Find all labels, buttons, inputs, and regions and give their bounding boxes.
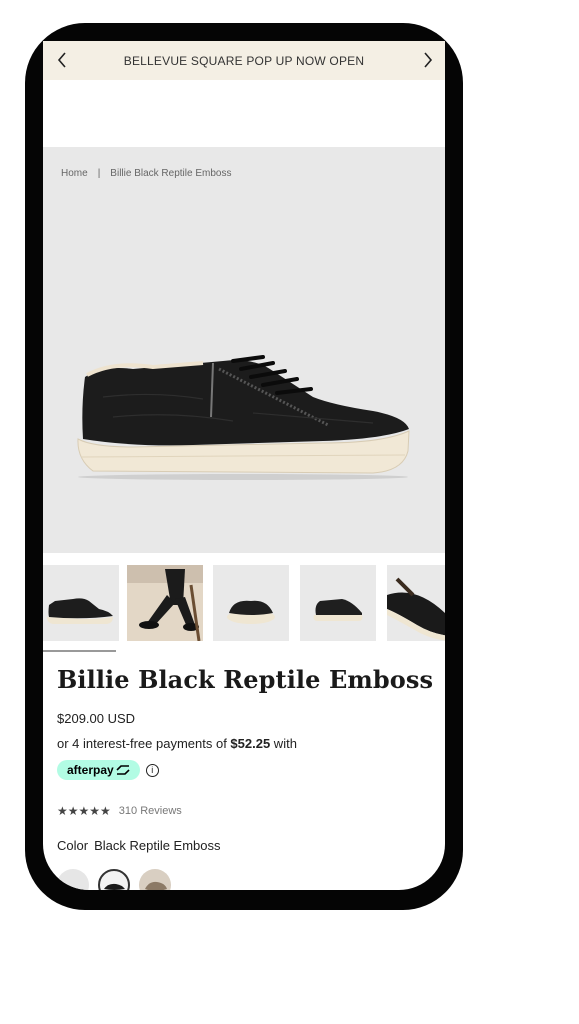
- thumbnail-strip: [43, 565, 445, 653]
- afterpay-logo-text: afterpay: [67, 763, 114, 777]
- installment-prefix: or 4 interest-free payments of: [57, 736, 231, 751]
- sneaker-thumbnail-image: [47, 598, 113, 624]
- thumbnail-5[interactable]: [387, 565, 445, 641]
- announcement-text: BELLEVUE SQUARE POP UP NOW OPEN: [123, 53, 365, 68]
- installment-amount: $52.25: [230, 736, 271, 751]
- sneaker-image: [77, 355, 410, 480]
- afterpay-row: afterpay i: [57, 760, 159, 780]
- thumbnail-active-indicator: [43, 650, 116, 652]
- color-swatch-1[interactable]: [57, 869, 89, 890]
- installment-text: or 4 interest-free payments of $52.25 wi…: [57, 736, 297, 751]
- thumbnail-1[interactable]: [43, 565, 119, 641]
- reviews-count-link[interactable]: 310 Reviews: [119, 805, 182, 817]
- color-value: Black Reptile Emboss: [94, 838, 221, 853]
- breadcrumb: Home | Billie Black Reptile Emboss: [61, 168, 231, 179]
- announcement-next-button[interactable]: [417, 49, 439, 71]
- announcement-prev-button[interactable]: [51, 49, 73, 71]
- afterpay-badge[interactable]: afterpay: [57, 760, 140, 780]
- sneaker-angle-image: [227, 600, 275, 624]
- breadcrumb-separator: |: [97, 168, 101, 179]
- info-icon[interactable]: i: [145, 763, 159, 777]
- thumbnail-4[interactable]: [300, 565, 376, 641]
- thumbnail-3[interactable]: [213, 565, 289, 641]
- rating-stars: ★★★★★: [57, 804, 111, 818]
- thumbnail-2[interactable]: [127, 565, 203, 641]
- color-selector-label: Color Black Reptile Emboss: [57, 838, 221, 853]
- product-price: $209.00 USD: [57, 711, 136, 726]
- color-swatch-selected[interactable]: [98, 869, 130, 890]
- site-header: [43, 80, 445, 147]
- product-title: Billie Black Reptile Emboss: [57, 665, 434, 694]
- screen: BELLEVUE SQUARE POP UP NOW OPEN Home | B…: [43, 41, 445, 890]
- product-hero-image[interactable]: Home | Billie Black Reptile Emboss: [43, 147, 445, 553]
- announcement-bar: BELLEVUE SQUARE POP UP NOW OPEN: [43, 41, 445, 80]
- installment-suffix: with: [270, 736, 297, 751]
- sneaker-closeup-image: [387, 577, 445, 641]
- chevron-right-icon: [424, 52, 433, 68]
- swatch-sneaker-image: [104, 883, 125, 890]
- afterpay-arrows-icon: [116, 765, 130, 775]
- breadcrumb-current: Billie Black Reptile Emboss: [110, 168, 232, 179]
- swatch-sneaker-image: [145, 881, 167, 890]
- chevron-left-icon: [57, 52, 66, 68]
- model-wearing-sneakers-image: [127, 565, 203, 641]
- product-rating[interactable]: ★★★★★ 310 Reviews: [57, 804, 182, 818]
- breadcrumb-home-link[interactable]: Home: [61, 168, 88, 179]
- sneaker-side-image: [313, 599, 363, 621]
- color-label: Color: [57, 838, 89, 853]
- color-swatch-3[interactable]: [139, 869, 171, 890]
